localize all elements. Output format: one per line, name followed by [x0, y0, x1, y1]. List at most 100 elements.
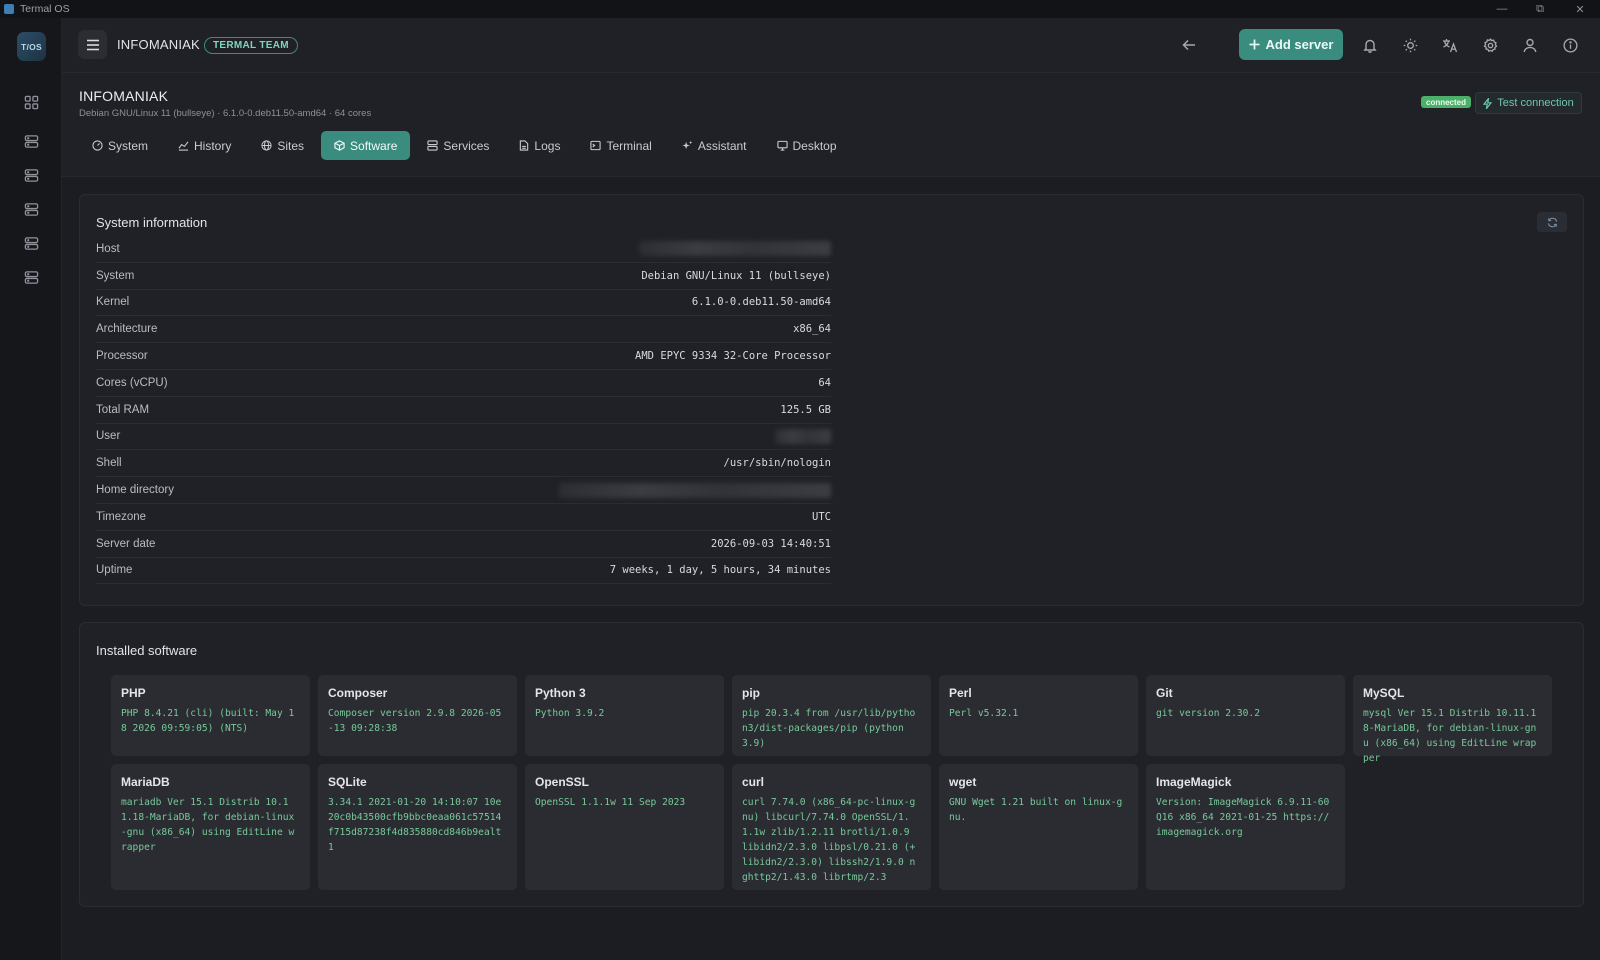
team-badge: TERMAL TEAM	[204, 37, 298, 54]
monitor-icon	[776, 140, 788, 151]
test-connection-button[interactable]: Test connection	[1475, 92, 1582, 114]
user-icon[interactable]	[1521, 36, 1539, 54]
software-name: PHP	[121, 686, 146, 700]
software-card: pip pip 20.3.4 from /usr/lib/python3/dist…	[732, 675, 931, 756]
software-version: PHP 8.4.21 (cli) (built: May 18 2026 09:…	[121, 708, 295, 734]
software-version: Python 3.9.2	[535, 708, 605, 719]
info-icon[interactable]	[1561, 36, 1579, 54]
tab-label: History	[194, 138, 232, 153]
add-server-label: Add server	[1265, 37, 1334, 52]
info-label: System	[96, 269, 135, 282]
info-label: Processor	[96, 350, 148, 363]
tab-system[interactable]: System	[79, 131, 161, 160]
terminal-icon	[590, 140, 602, 151]
refresh-button[interactable]	[1537, 212, 1567, 232]
server-icon[interactable]	[22, 200, 40, 218]
add-server-button[interactable]: Add server	[1239, 29, 1343, 60]
redacted-value	[775, 428, 831, 444]
dashboard-grid-icon[interactable]	[22, 93, 40, 111]
software-version: curl 7.74.0 (x86_64-pc-linux-gnu) libcur…	[742, 797, 916, 883]
installed-software-panel: Installed software PHP PHP 8.4.21 (cli) (…	[79, 622, 1584, 907]
table-row: Kernel 6.1.0-0.deb11.50-amd64	[96, 290, 831, 317]
panel-title: System information	[96, 215, 208, 230]
minimize-icon[interactable]: —	[1482, 0, 1522, 18]
software-version: Composer version 2.9.8 2026-05-13 09:28:…	[328, 708, 502, 734]
software-card: PHP PHP 8.4.21 (cli) (built: May 18 2026 …	[111, 675, 310, 756]
tab-software[interactable]: Software	[321, 131, 411, 160]
tab-logs[interactable]: Logs	[506, 131, 573, 160]
software-name: wget	[949, 775, 977, 789]
info-label: Total RAM	[96, 403, 150, 416]
software-name: Git	[1156, 686, 1173, 700]
server-icon[interactable]	[22, 132, 40, 150]
table-row: System Debian GNU/Linux 11 (bullseye)	[96, 263, 831, 290]
table-row: Processor AMD EPYC 9334 32-Core Processo…	[96, 343, 831, 370]
info-value: UTC	[812, 510, 831, 523]
tab-history[interactable]: History	[165, 131, 244, 160]
info-value: 7 weeks, 1 day, 5 hours, 34 minutes	[609, 564, 831, 577]
refresh-icon	[1547, 217, 1557, 227]
system-information-panel: System information Host System Debian GN…	[79, 194, 1584, 606]
tab-label: Logs	[534, 138, 561, 153]
table-row: Shell /usr/sbin/nologin	[96, 450, 831, 478]
software-card: MariaDB mariadb Ver 15.1 Distrib 10.11.18…	[111, 764, 310, 890]
server-icon[interactable]	[22, 166, 40, 184]
software-version: pip 20.3.4 from /usr/lib/python3/dist-pa…	[742, 708, 916, 749]
tab-label: Software	[350, 138, 398, 153]
info-value: 2026-09-03 14:40:51	[710, 537, 831, 550]
software-card: Perl Perl v5.32.1	[939, 675, 1138, 756]
software-version: GNU Wget 1.21 built on linux-gnu.	[949, 797, 1123, 823]
table-row: Server date 2026-09-03 14:40:51	[96, 531, 831, 558]
software-card: wget GNU Wget 1.21 built on linux-gnu.	[939, 764, 1138, 890]
server-subtitle: Debian GNU/Linux 11 (bullseye) · 6.1.0-0…	[79, 108, 372, 119]
info-label: Host	[96, 242, 120, 255]
globe-icon	[261, 140, 272, 151]
chart-line-icon	[178, 141, 189, 151]
info-value: 64	[818, 376, 831, 389]
info-value: 125.5 GB	[780, 403, 831, 416]
tab-label: Assistant	[697, 138, 747, 153]
sun-icon[interactable]	[1401, 36, 1419, 54]
software-name: Python 3	[535, 686, 586, 700]
plus-icon	[1249, 39, 1260, 50]
software-card: OpenSSL OpenSSL 1.1.1w 11 Sep 2023	[525, 764, 724, 890]
redacted-value	[639, 241, 831, 257]
tab-sites[interactable]: Sites	[248, 131, 317, 160]
top-header: INFOMANIAK TERMAL TEAM Add server	[62, 18, 1600, 73]
sparkle-icon	[682, 140, 693, 150]
gear-icon[interactable]	[1481, 36, 1499, 54]
software-version: Perl v5.32.1	[949, 708, 1019, 719]
tab-label: Desktop	[792, 138, 837, 153]
software-card: ImageMagick Version: ImageMagick 6.9.11-6…	[1146, 764, 1345, 890]
bell-icon[interactable]	[1361, 36, 1379, 54]
software-name: curl	[742, 775, 765, 789]
tab-desktop[interactable]: Desktop	[764, 131, 850, 160]
menu-button[interactable]	[78, 30, 107, 59]
software-card: Composer Composer version 2.9.8 2026-05-1…	[318, 675, 517, 756]
software-name: MySQL	[1363, 686, 1405, 700]
info-label: Architecture	[96, 323, 158, 336]
close-icon[interactable]: ✕	[1560, 0, 1600, 18]
restore-icon[interactable]: ⧉	[1520, 0, 1560, 18]
hamburger-icon	[86, 39, 99, 50]
lightning-icon	[1483, 97, 1493, 109]
window-titlebar: Termal OS — ⧉ ✕	[0, 0, 1600, 18]
translate-icon[interactable]	[1441, 36, 1459, 54]
server-tabs: System History Sites Software Services L…	[79, 131, 850, 160]
test-connection-label: Test connection	[1497, 97, 1574, 109]
tab-assistant[interactable]: Assistant	[669, 131, 760, 160]
software-name: ImageMagick	[1156, 775, 1232, 789]
software-card: Git git version 2.30.2	[1146, 675, 1345, 756]
back-arrow-icon[interactable]	[1180, 36, 1198, 54]
tab-terminal[interactable]: Terminal	[577, 131, 664, 160]
software-version: mysql Ver 15.1 Distrib 10.11.18-MariaDB,…	[1363, 708, 1537, 764]
tab-services[interactable]: Services	[414, 131, 502, 160]
app-logo[interactable]: T/OS	[17, 32, 46, 61]
software-version: Version: ImageMagick 6.9.11-60 Q16 x86_6…	[1156, 797, 1330, 838]
server-icon[interactable]	[22, 234, 40, 252]
server-icon[interactable]	[22, 268, 40, 286]
info-label: Uptime	[96, 564, 133, 577]
info-label: Server date	[96, 537, 156, 550]
table-row: Home directory	[96, 477, 831, 504]
package-icon	[334, 140, 345, 151]
